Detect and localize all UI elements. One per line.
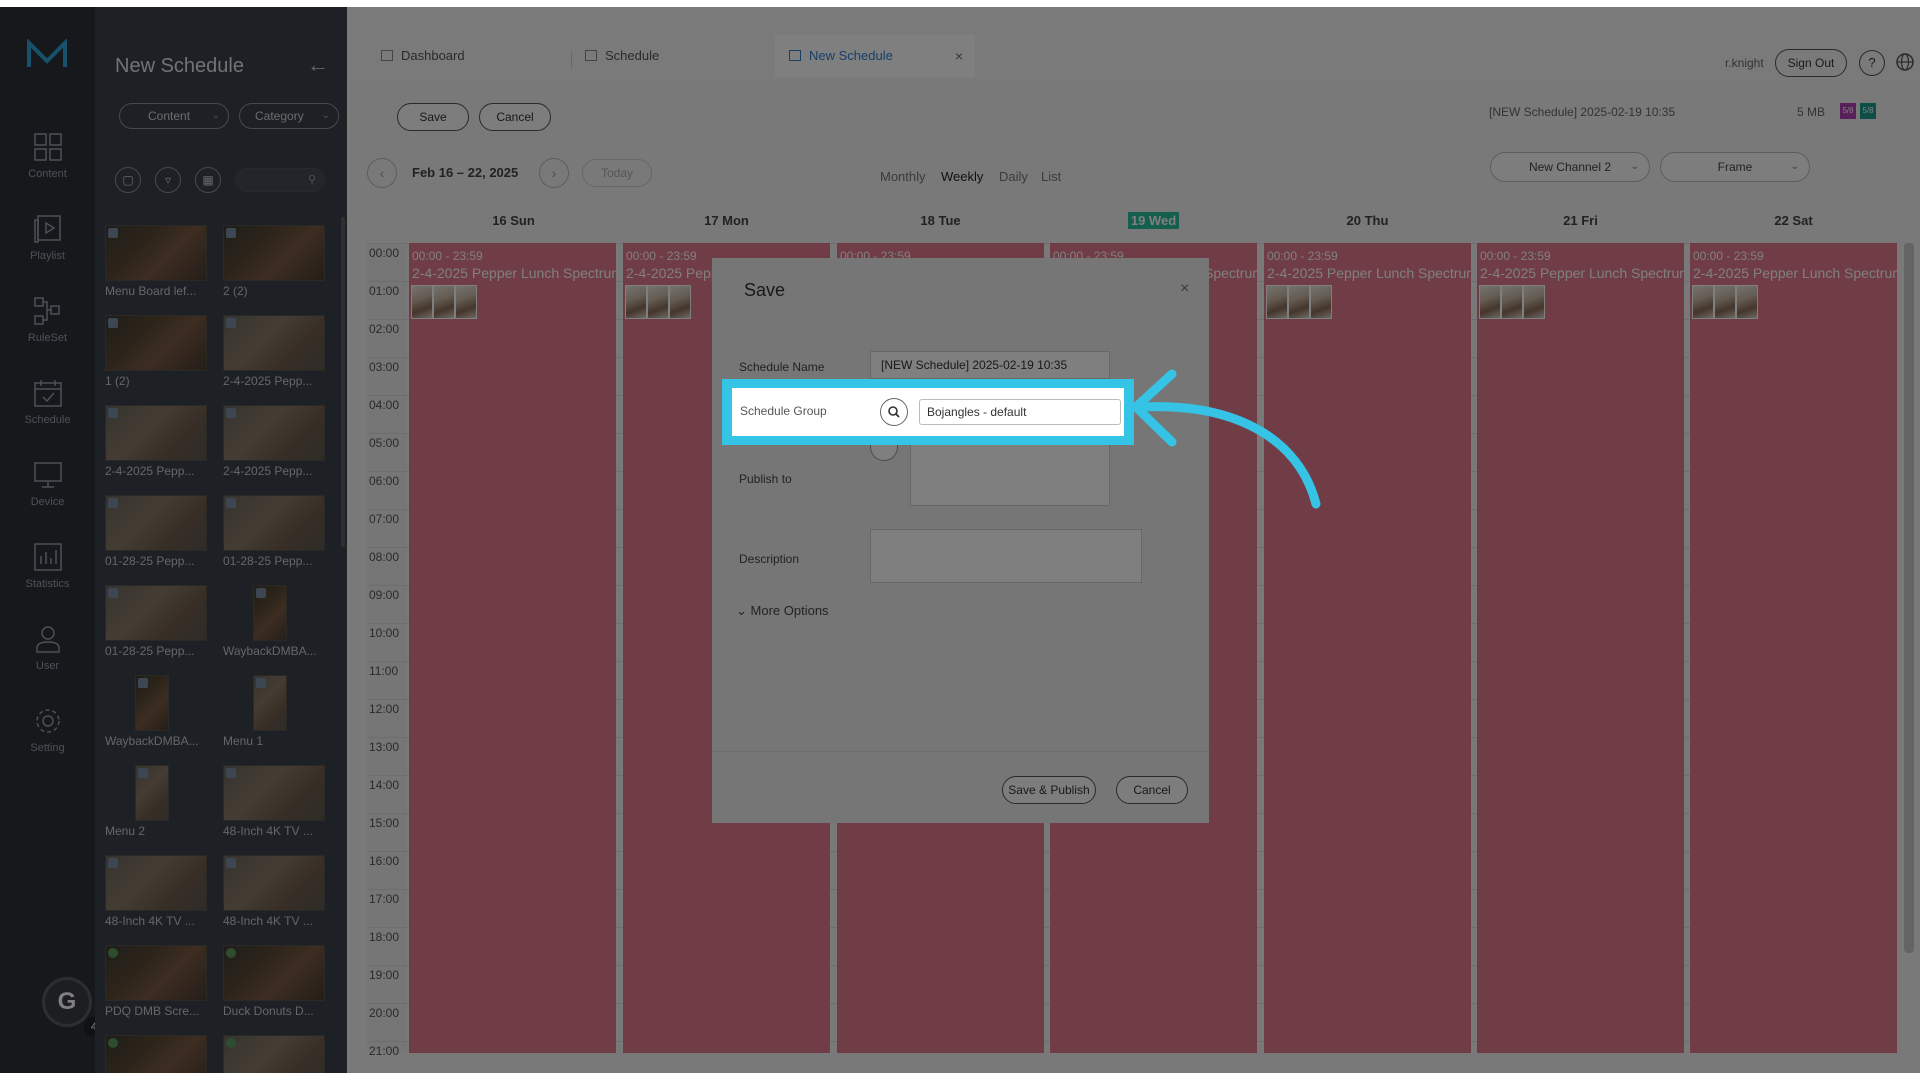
app-window: Content Playlist RuleSet Schedule Device… [0, 7, 1920, 1073]
schedule-group-row: Schedule Group Bojangles - default [732, 388, 1124, 436]
schedule-group-search-button[interactable] [880, 398, 908, 426]
schedule-group-label: Schedule Group [740, 404, 827, 418]
search-icon [888, 406, 900, 418]
callout-arrow-icon [1131, 369, 1321, 509]
schedule-group-highlight: Schedule Group Bojangles - default [722, 379, 1134, 445]
schedule-group-input[interactable]: Bojangles - default [919, 399, 1121, 425]
modal-dim-layer [712, 258, 1209, 823]
